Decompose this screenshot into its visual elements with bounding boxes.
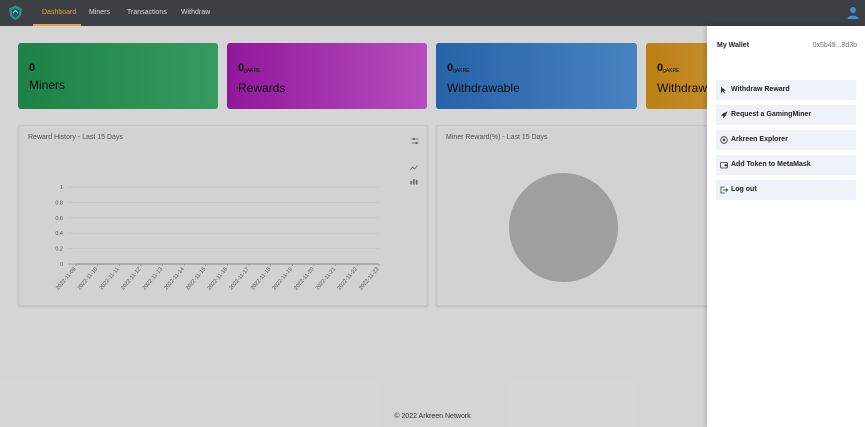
request-gamingminer-button[interactable]: Request a GamingMiner — [716, 105, 856, 125]
x-tick-label: 2022-11-21 — [315, 266, 337, 291]
log-out-label: Log out — [731, 186, 757, 193]
add-token-metamask-label: Add Token to MetaMask — [731, 161, 811, 168]
withdraw-reward-button[interactable]: Withdraw Reward — [716, 80, 856, 100]
wallet-drawer: My Wallet 0x5b49...8d3b Withdraw Reward … — [707, 26, 865, 427]
y-tick-label: 0.6 — [55, 216, 63, 222]
log-out-button[interactable]: Log out — [716, 180, 856, 200]
x-tick-label: 2022-11-23 — [358, 266, 380, 291]
arkreen-explorer-button[interactable]: Arkreen Explorer — [716, 130, 856, 150]
x-tick-label: 2022-11-09 — [55, 266, 77, 291]
x-tick-label: 2022-11-20 — [293, 266, 315, 291]
compass-icon — [720, 136, 728, 144]
withdraw-reward-label: Withdraw Reward — [731, 86, 790, 93]
y-tick-label: 0.4 — [55, 231, 63, 237]
wallet-address[interactable]: 0x5b49...8d3b — [813, 42, 857, 49]
x-tick-label: 2022-11-14 — [163, 266, 185, 291]
x-tick-label: 2022-11-11 — [99, 266, 121, 291]
x-tick-label: 2022-11-18 — [250, 266, 272, 291]
wallet-icon — [720, 162, 728, 169]
x-tick-label: 2022-11-13 — [142, 266, 164, 291]
request-gamingminer-label: Request a GamingMiner — [731, 111, 812, 118]
miner-reward-title: Miner Reward(%) - Last 15 Days — [446, 134, 548, 141]
x-tick-label: 2022-11-19 — [272, 266, 294, 291]
y-tick-label: 1 — [60, 185, 63, 191]
x-tick-label: 2022-11-12 — [120, 266, 142, 291]
miner-reward-pie — [509, 173, 618, 282]
x-tick-label: 2022-11-17 — [228, 266, 250, 291]
y-tick-label: 0.2 — [55, 247, 63, 253]
y-tick-label: 0 — [60, 262, 63, 268]
add-token-metamask-button[interactable]: Add Token to MetaMask — [716, 155, 856, 175]
x-tick-label: 2022-11-16 — [207, 266, 229, 291]
x-tick-label: 2022-11-15 — [185, 266, 207, 291]
wallet-title: My Wallet — [717, 42, 750, 49]
x-tick-label: 2022-11-22 — [336, 266, 358, 291]
y-tick-label: 0.8 — [55, 200, 63, 206]
rocket-icon — [721, 111, 728, 119]
cursor-icon — [721, 87, 726, 94]
arkreen-explorer-label: Arkreen Explorer — [731, 136, 788, 143]
logout-icon — [720, 186, 728, 194]
x-tick-label: 2022-11-10 — [77, 266, 99, 291]
